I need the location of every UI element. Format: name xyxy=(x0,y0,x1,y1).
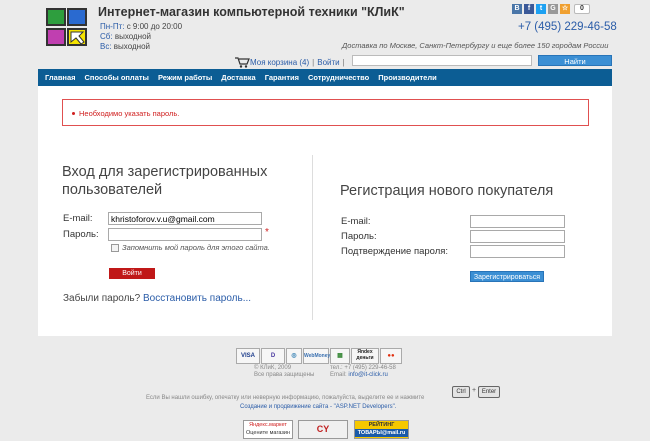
shop-title: Интернет-магазин компьютерной техники "К… xyxy=(98,5,405,19)
register-email-field[interactable] xyxy=(470,215,565,228)
delivery-note: Доставка по Москве, Санкт-Петербургу и е… xyxy=(342,41,609,50)
login-title: Вход для зарегистрированных пользователе… xyxy=(62,164,268,198)
error-summary: Необходимо указать пароль. xyxy=(62,99,589,126)
enter-key-icon: Enter xyxy=(478,386,500,398)
yandex-market-badge[interactable]: Яндекс.маркет Оцените магазин xyxy=(243,420,293,439)
working-hours: Пн-Пт: с 9:00 до 20:00 Сб: выходной Вс: … xyxy=(100,22,182,52)
restore-password-link[interactable]: Восстановить пароль... xyxy=(143,293,251,304)
vkontakte-icon[interactable]: В xyxy=(512,4,522,14)
ctrl-key-icon: Ctrl xyxy=(452,386,470,398)
login-password-label: Пароль: xyxy=(63,229,99,240)
cursor-arrow-icon xyxy=(70,31,85,45)
header-phone: +7 (495) 229-46-58 xyxy=(518,21,617,33)
footer-phone: тел.: +7 (495) 229-46-58 xyxy=(330,365,396,371)
forgot-password: Забыли пароль? Восстановить пароль... xyxy=(63,293,251,304)
market-badge-title: Яндекс.маркет xyxy=(249,422,287,428)
site-logo[interactable] xyxy=(46,8,90,48)
separator: | xyxy=(312,57,315,67)
forgot-text: Забыли пароль? xyxy=(63,293,141,304)
column-divider xyxy=(312,155,313,320)
login-password-field[interactable] xyxy=(108,228,262,241)
payment-d-icon: D xyxy=(261,348,285,364)
visa-icon: VISA xyxy=(236,348,260,364)
register-confirm-label: Подтверждение пароля: xyxy=(341,246,449,257)
login-email-field[interactable] xyxy=(108,212,262,225)
nav-item-hours[interactable]: Режим работы xyxy=(158,73,212,82)
payment-grid-icon: ▦ xyxy=(330,348,350,364)
login-email-label: E-mail: xyxy=(63,213,93,224)
nav-item-manufacturers[interactable]: Производители xyxy=(378,73,436,82)
nav-item-payment[interactable]: Способы оплаты xyxy=(85,73,149,82)
login-submit-button[interactable]: Войти xyxy=(109,268,155,279)
facebook-icon[interactable]: f xyxy=(524,4,534,14)
main-nav: Главная Способы оплаты Режим работы Дост… xyxy=(38,69,612,86)
twitter-icon[interactable]: t xyxy=(536,4,546,14)
register-submit-button[interactable]: Зарегистрироваться xyxy=(470,271,544,282)
site-counter-badge[interactable]: CY xyxy=(298,420,348,439)
hours-saturday: Сб: выходной xyxy=(100,32,152,41)
nav-item-warranty[interactable]: Гарантия xyxy=(265,73,299,82)
nav-item-delivery[interactable]: Доставка xyxy=(221,73,255,82)
social-buttons: В f t G ☆ 0 xyxy=(512,4,590,14)
payment-globe-icon: ◎ xyxy=(286,348,302,364)
login-link[interactable]: Войти xyxy=(317,58,339,67)
cart-login-bar: Моя корзина (4) | Войти | xyxy=(234,56,348,68)
footer-email-row: Email: info@it-click.ru xyxy=(330,372,388,378)
cart-link[interactable]: Моя корзина (4) xyxy=(250,58,309,67)
logo-square-green xyxy=(46,8,66,26)
developer-credits[interactable]: Создание и продвижение сайта - "ASP.NET … xyxy=(240,404,396,410)
logo-square-purple xyxy=(46,28,66,46)
copyright: © КЛиК, 2009 Все права защищены xyxy=(254,365,314,379)
footer-contacts: тел.: +7 (495) 229-46-58 Email: info@it-… xyxy=(330,365,396,379)
rating-badge-subtitle: ТОВАРЫ@mail.ru xyxy=(355,429,408,437)
register-confirm-field[interactable] xyxy=(470,245,565,258)
market-badge-subtitle: Оцените магазин xyxy=(246,430,290,436)
mastercard-icon: ●● xyxy=(380,348,402,364)
search-button[interactable]: Найти xyxy=(538,55,612,66)
key-plus: + xyxy=(472,387,477,394)
error-bullet xyxy=(72,112,75,115)
remember-checkbox[interactable] xyxy=(111,244,119,252)
nav-item-cooperation[interactable]: Сотрудничество xyxy=(308,73,369,82)
remember-label: Запомнить мой пароль для этого сайта. xyxy=(122,243,270,252)
webmoney-icon: WebMoney xyxy=(303,348,330,364)
payment-methods: VISA D ◎ WebMoney ▦ Яndex деньги ●● xyxy=(236,348,402,364)
nav-item-home[interactable]: Главная xyxy=(45,73,76,82)
rating-badge-title: РЕЙТИНГ xyxy=(368,422,395,428)
register-title: Регистрация нового покупателя xyxy=(340,183,554,199)
yandex-money-icon: Яndex деньги xyxy=(351,348,379,364)
error-message: Необходимо указать пароль. xyxy=(79,109,180,118)
rights-text: Все права защищены xyxy=(254,372,315,378)
cart-icon[interactable] xyxy=(234,56,250,68)
mail-rating-badge[interactable]: РЕЙТИНГ ТОВАРЫ@mail.ru xyxy=(354,420,409,439)
hours-weekdays: Пн-Пт: с 9:00 до 20:00 xyxy=(100,22,183,31)
social-share-count: 0 xyxy=(574,4,590,14)
footer-email-link[interactable]: info@it-click.ru xyxy=(348,372,387,378)
separator: | xyxy=(342,57,345,67)
error-report-hint: Если Вы нашли ошибку, опечатку или невер… xyxy=(146,395,425,401)
search-input[interactable] xyxy=(352,55,532,66)
bookmark-icon[interactable]: ☆ xyxy=(560,4,570,14)
hours-sunday: Вс: выходной xyxy=(100,42,150,51)
register-password-label: Пароль: xyxy=(341,231,377,242)
copyright-text: © КЛиК, 2009 xyxy=(254,365,292,371)
counter-text: CY xyxy=(316,424,330,434)
register-email-label: E-mail: xyxy=(341,216,371,227)
logo-square-blue xyxy=(67,8,87,26)
required-mark: * xyxy=(265,227,269,238)
google-icon[interactable]: G xyxy=(548,4,558,14)
register-password-field[interactable] xyxy=(470,230,565,243)
